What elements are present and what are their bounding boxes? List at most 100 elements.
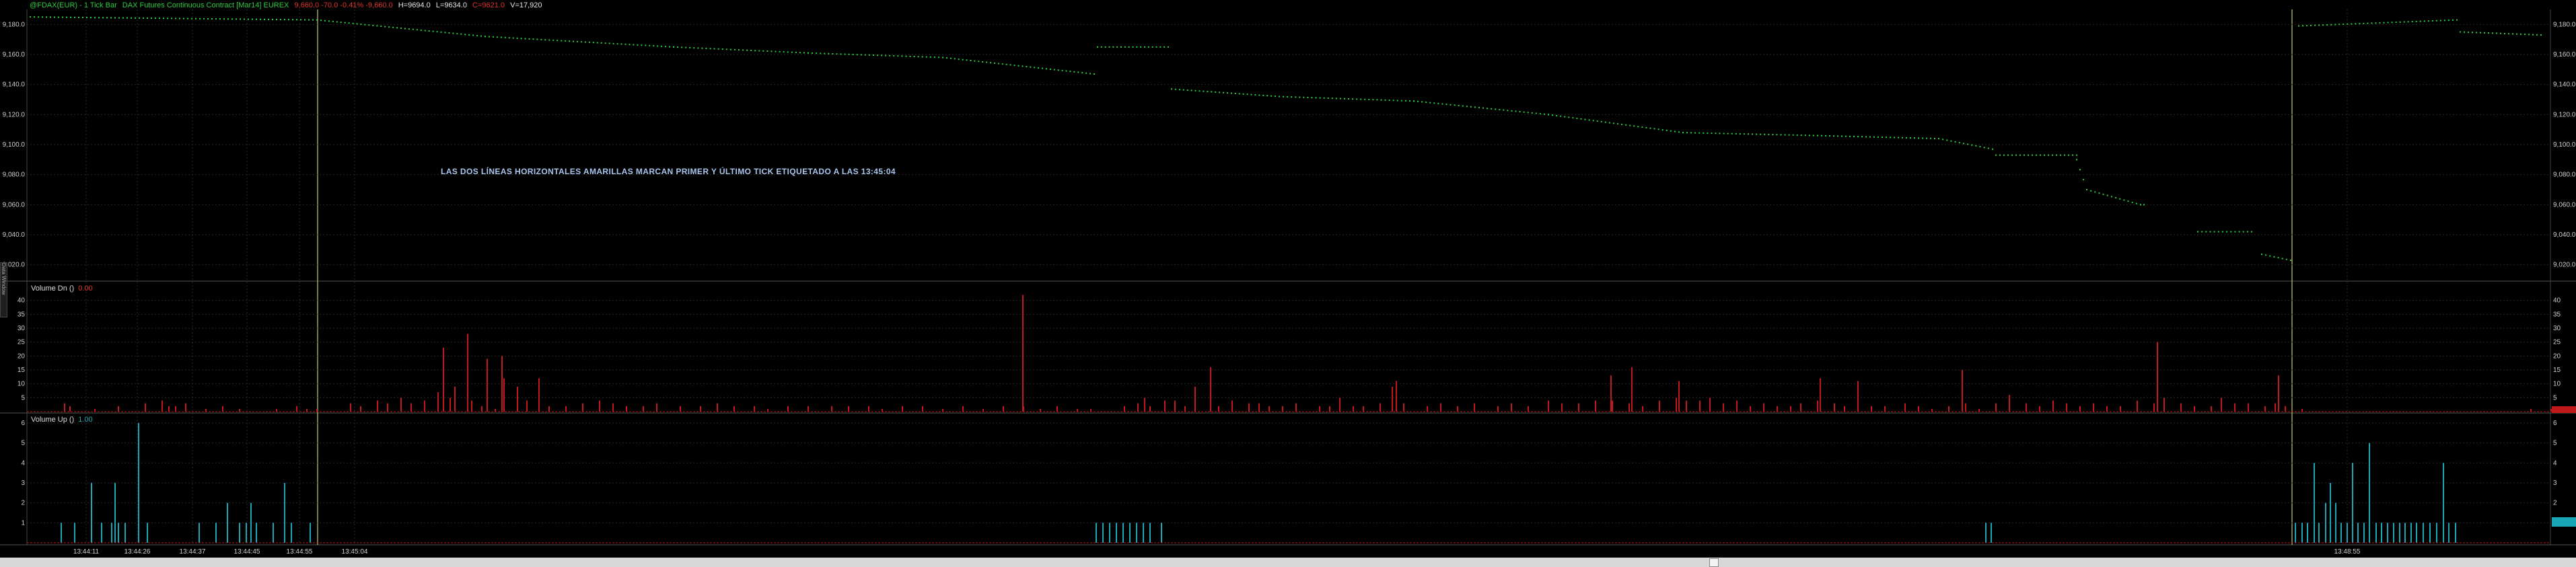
price-dot — [1596, 120, 1598, 122]
price-dot — [629, 44, 631, 46]
price-dot — [1057, 69, 1059, 71]
volume-bar — [69, 406, 71, 412]
volume-bar — [1077, 408, 1078, 412]
volume-bar — [1631, 367, 1633, 412]
price-dot — [1592, 120, 1594, 122]
price-dot — [300, 19, 301, 21]
price-dot — [2383, 22, 2385, 24]
price-dot — [456, 33, 458, 35]
price-dot — [974, 60, 976, 62]
price-dot — [577, 40, 579, 42]
price-dot — [2536, 34, 2538, 36]
volume-bar — [306, 408, 308, 412]
volume-bar — [1380, 403, 1381, 412]
data-window-tab[interactable]: Data Window — [0, 262, 7, 317]
price-dot — [2052, 154, 2053, 156]
horizontal-scrollbar[interactable] — [0, 558, 2576, 567]
volume-bar — [1736, 400, 1738, 412]
scrollbar-thumb[interactable] — [1709, 558, 1719, 567]
price-dot — [50, 16, 51, 18]
volume-bar — [118, 523, 119, 543]
volume-bar — [1528, 406, 1529, 412]
price-dot — [2391, 22, 2393, 24]
price-dot — [2520, 33, 2521, 35]
price-dot — [424, 30, 426, 32]
price-dot — [396, 27, 398, 29]
volume-bar — [902, 406, 903, 412]
volume-bar — [467, 334, 468, 412]
volume-bar — [227, 502, 228, 543]
price-dot — [1474, 106, 1476, 108]
volume-bar — [1800, 403, 1801, 412]
volume-bar — [2318, 523, 2320, 543]
volume-bar — [147, 523, 148, 543]
volume-tick-right: 35 — [2553, 311, 2561, 318]
symbol-label[interactable]: @FDAX(EUR) - 1 Tick Bar — [30, 1, 117, 9]
price-dot — [1009, 64, 1011, 66]
price-dot — [1307, 96, 1309, 98]
price-dot — [565, 40, 567, 42]
price-dot — [2238, 231, 2240, 233]
price-dot — [2342, 24, 2345, 26]
price-dot — [1784, 134, 1786, 136]
price-tick-right: 9,100.0 — [2553, 141, 2576, 149]
price-dot — [1678, 131, 1680, 133]
price-dot — [1022, 65, 1024, 67]
price-dot — [1926, 137, 1927, 139]
volume-tick-left: 3 — [21, 480, 25, 487]
volume-bar — [437, 392, 439, 412]
volume-bar — [2352, 463, 2353, 543]
chart-canvas: 13:44:11 13:44:26 13:44:37 13:44:45 13:44:55… — [0, 9, 2576, 556]
price-dot — [1731, 133, 1733, 135]
volume-tick-left: 4 — [21, 459, 25, 467]
price-dot — [1038, 67, 1040, 69]
volume-bar — [1144, 398, 1145, 412]
price-dot — [616, 43, 618, 45]
price-dot — [729, 48, 731, 50]
price-dot — [1254, 94, 1256, 96]
price-dot — [1250, 93, 1252, 96]
price-dot — [1396, 100, 1398, 102]
price-dot — [600, 42, 602, 44]
price-tick-left: 9,100.0 — [3, 141, 26, 149]
price-dot — [2060, 154, 2061, 156]
price-dot — [721, 48, 723, 50]
price-dot — [2209, 231, 2211, 233]
price-dot — [1690, 132, 1692, 134]
price-dot — [256, 18, 257, 20]
volume-bar — [643, 406, 644, 412]
price-dot — [252, 18, 253, 20]
volume-bar — [1834, 403, 1835, 412]
price-dot — [1572, 117, 1574, 119]
price-dot — [2044, 154, 2045, 156]
time-tick-label: 13:44:26 — [124, 548, 151, 556]
price-dot — [1682, 132, 1684, 134]
price-tick-left: 9,180.0 — [3, 21, 26, 28]
volume-bar — [787, 406, 789, 412]
price-dot — [608, 42, 610, 44]
volume-bar — [1790, 406, 1791, 412]
price-dot — [2363, 22, 2365, 24]
price-dot — [408, 28, 410, 30]
price-dot — [1934, 137, 1935, 139]
price-dot — [332, 20, 334, 22]
price-dot — [1560, 115, 1562, 117]
volume-bar — [599, 400, 600, 412]
price-dot — [1612, 122, 1614, 124]
price-dot — [1174, 88, 1176, 90]
price-dot — [2435, 20, 2437, 22]
volume-bar — [2194, 406, 2195, 412]
price-dot — [685, 46, 687, 48]
price-change: 9,660.0 -70.0 -0.41% -9,660.0 — [294, 1, 393, 9]
price-tick-left: 9,160.0 — [3, 51, 26, 59]
price-dot — [2011, 154, 2013, 156]
volume-bar — [291, 523, 292, 543]
volume-tick-right: 4 — [2553, 459, 2557, 467]
volume-bar — [612, 403, 614, 412]
price-dot — [372, 24, 374, 26]
price-dot — [997, 63, 999, 65]
price-dot — [2431, 20, 2433, 22]
price-dot — [1633, 125, 1635, 127]
price-dot — [86, 17, 87, 19]
price-dot — [1140, 46, 1142, 48]
